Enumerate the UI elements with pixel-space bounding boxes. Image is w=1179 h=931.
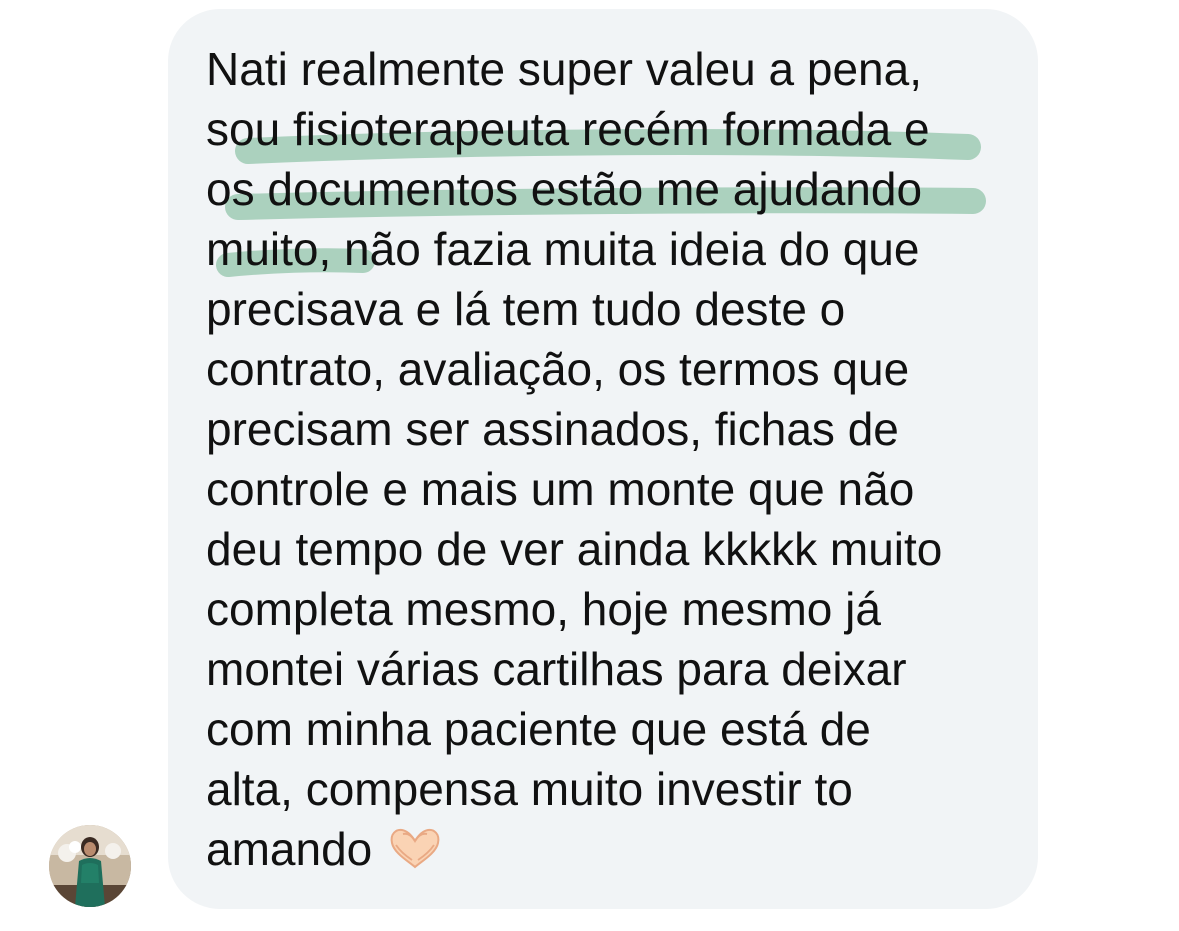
heart-hands-emoji	[386, 825, 444, 885]
message-line: completa mesmo, hoje mesmo já	[206, 583, 881, 635]
avatar-photo	[49, 825, 131, 907]
message-line: deu tempo de ver ainda kkkkk muito	[206, 523, 943, 575]
message-line: contrato, avaliação, os termos que	[206, 343, 910, 395]
message-line: amando	[206, 823, 373, 875]
message-line: sou fisioterapeuta recém formada e	[206, 103, 930, 155]
message-line: precisava e lá tem tudo deste o	[206, 283, 846, 335]
message-line: Nati realmente super valeu a pena,	[206, 43, 922, 95]
message-line: os documentos estão me ajudando	[206, 163, 923, 215]
message-line: precisam ser assinados, fichas de	[206, 403, 899, 455]
message-line: muito, não fazia muita ideia do que	[206, 223, 920, 275]
message-line: com minha paciente que está de	[206, 703, 871, 755]
chat-view: Nati realmente super valeu a pena, sou f…	[0, 0, 1179, 931]
contact-avatar[interactable]	[49, 825, 131, 907]
message-line: alta, compensa muito investir to	[206, 763, 853, 815]
message-text: Nati realmente super valeu a pena, sou f…	[206, 39, 1026, 885]
message-line: controle e mais um monte que não	[206, 463, 915, 515]
message-line-last: amando	[206, 819, 1026, 885]
message-line: montei várias cartilhas para deixar	[206, 643, 907, 695]
message-bubble[interactable]: Nati realmente super valeu a pena, sou f…	[168, 9, 1038, 909]
